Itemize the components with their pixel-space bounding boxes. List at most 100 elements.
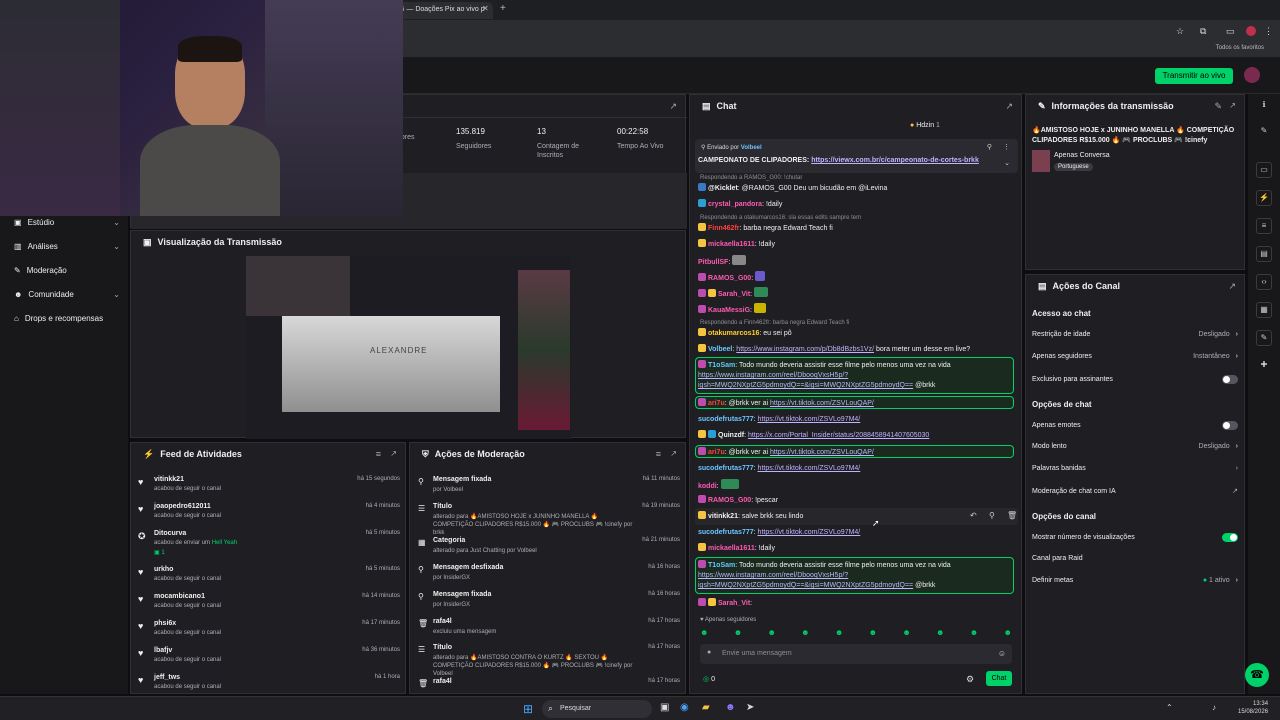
task-view-icon[interactable]: ▣ bbox=[660, 702, 669, 713]
subs-toggle[interactable] bbox=[1222, 375, 1238, 384]
code-icon[interactable]: ‹› bbox=[1256, 274, 1272, 290]
chat-message[interactable]: Sarah_Vit: bbox=[698, 287, 1016, 300]
chat-message[interactable]: mickaella1611: !daily bbox=[698, 543, 1016, 554]
emote-icon[interactable]: ☻ bbox=[970, 628, 978, 640]
chat-message[interactable]: Finn462fr: barba negra Edward Teach fi bbox=[698, 223, 1016, 234]
clock[interactable]: 13:34 15/08/2026 bbox=[1238, 700, 1268, 716]
profile-avatar[interactable] bbox=[1246, 26, 1256, 36]
stream-preview-video[interactable]: ALEXANDRE bbox=[246, 256, 571, 439]
cast-icon[interactable]: ▭ bbox=[1226, 26, 1235, 37]
emote-icon[interactable]: ☻ bbox=[936, 628, 944, 640]
age-restriction-row[interactable]: Restrição de idade Desligado › bbox=[1032, 331, 1238, 338]
wrench-icon[interactable]: ✎ bbox=[1256, 330, 1272, 346]
emote-icon[interactable]: ☻ bbox=[700, 628, 708, 640]
emoji-icon[interactable]: ☺ bbox=[998, 649, 1006, 658]
go-live-button[interactable]: Transmitir ao vivo bbox=[1155, 68, 1233, 84]
chat-input[interactable]: ● Envie uma mensagem ☺ bbox=[700, 644, 1012, 664]
channel-icon[interactable]: ▦ bbox=[1256, 302, 1272, 318]
set-goals-row[interactable]: Definir metas ● 1 ativo › bbox=[1032, 577, 1238, 584]
raid-channel-row[interactable]: Canal para Raid bbox=[1032, 555, 1238, 562]
discord-icon[interactable]: ☻ bbox=[725, 702, 736, 713]
pinned-message[interactable]: ⚲ Enviado por Volbeel CAMPEONATO DE CLIP… bbox=[695, 139, 1018, 173]
emote-icon[interactable]: ☻ bbox=[869, 628, 877, 640]
info-icon[interactable]: ℹ bbox=[1256, 98, 1272, 114]
chat-message[interactable]: KauaMessiG: bbox=[698, 303, 1016, 316]
nav-item-moderation[interactable]: ✎ Moderação bbox=[14, 266, 120, 275]
views-toggle[interactable] bbox=[1222, 533, 1238, 542]
chat-message[interactable]: otakumarcos16: eu sei pô bbox=[698, 328, 1016, 339]
browser-icon[interactable]: ◉ bbox=[680, 702, 689, 713]
help-chat-icon[interactable]: ☎ bbox=[1245, 663, 1269, 687]
volume-icon[interactable]: ♪ bbox=[1212, 703, 1216, 712]
edit-icon[interactable]: ✎ bbox=[1214, 101, 1222, 112]
chat-message[interactable]: Sarah_Vit: bbox=[698, 598, 1016, 609]
bookmarks-label[interactable]: Todos os favoritos bbox=[1216, 45, 1264, 51]
send-chat-button[interactable]: Chat bbox=[986, 671, 1012, 686]
app-icon[interactable]: ➤ bbox=[746, 702, 754, 713]
popout-icon[interactable]: ↗ bbox=[1229, 101, 1236, 110]
gift-icon[interactable]: ● bbox=[707, 649, 711, 656]
slow-mode-row[interactable]: Modo lento Desligado › bbox=[1032, 443, 1238, 450]
emote-icon[interactable]: ☻ bbox=[734, 628, 742, 640]
extensions-icon[interactable]: ⧉ bbox=[1200, 26, 1206, 37]
popout-icon[interactable]: ↗ bbox=[390, 449, 397, 458]
browser-tab[interactable]: G — Doações Pix ao vivo p bbox=[393, 2, 493, 19]
filter-icon[interactable]: ≡ bbox=[376, 449, 381, 459]
ai-moderation-row[interactable]: Moderação de chat com IA ↗ bbox=[1032, 487, 1238, 496]
chat-message[interactable]: PitbullSF: bbox=[698, 255, 1016, 268]
chat-message[interactable]: crystal_pandora: !daily bbox=[698, 199, 1016, 210]
tray-chevron-icon[interactable]: ⌃ bbox=[1166, 703, 1173, 712]
followers-only-row[interactable]: Apenas seguidores Instantâneo › bbox=[1032, 353, 1238, 360]
chat-message[interactable]: sucodefrutas777: https://vt.tiktok.com/Z… bbox=[698, 463, 1016, 474]
banned-words-row[interactable]: Palavras banidas › bbox=[1032, 465, 1238, 472]
more-icon[interactable]: ⋮ bbox=[1003, 143, 1010, 151]
emote-icon[interactable]: ☻ bbox=[767, 628, 775, 640]
add-widget-icon[interactable]: ✚ bbox=[1256, 358, 1272, 374]
chat-icon[interactable]: ▤ bbox=[1256, 246, 1272, 262]
star-icon[interactable]: ☆ bbox=[1176, 26, 1184, 37]
chat-message[interactable]: mickaella1611: !daily bbox=[698, 239, 1016, 250]
chat-message[interactable]: sucodefrutas777: https://vt.tiktok.com/Z… bbox=[698, 527, 1016, 538]
pinned-link[interactable]: https://viewx.com.br/c/campeonato-de-cor… bbox=[811, 157, 979, 164]
chat-message[interactable]: ari7u: @brkk ver ai https://vt.tiktok.co… bbox=[698, 447, 1016, 458]
chat-message[interactable]: RAMOS_G00: !pescar bbox=[698, 495, 1016, 506]
tab-close-icon[interactable]: ✕ bbox=[482, 4, 489, 13]
nav-item-drops[interactable]: ⌂ Drops e recompensas bbox=[14, 314, 120, 323]
popout-icon[interactable]: ↗ bbox=[1005, 101, 1013, 112]
windows-start-icon[interactable]: ⊞ bbox=[523, 702, 533, 716]
chat-message[interactable]: Quinzdf: https://x.com/Portal_Insider/st… bbox=[698, 430, 1016, 441]
stats-icon[interactable]: ▭ bbox=[1256, 162, 1272, 178]
chat-message[interactable]: T1oSam: Todo mundo deveria assistir esse… bbox=[698, 560, 1016, 591]
emote-icon[interactable]: ☻ bbox=[801, 628, 809, 640]
chat-message[interactable]: koddi: bbox=[698, 479, 1016, 492]
folder-icon[interactable]: ▰ bbox=[702, 702, 710, 713]
emote-icon[interactable]: ☻ bbox=[1003, 628, 1011, 640]
filter-icon[interactable]: ≡ bbox=[656, 449, 661, 459]
popout-icon[interactable]: ↗ bbox=[670, 449, 677, 458]
chat-message[interactable]: sucodefrutas777: https://vt.tiktok.com/Z… bbox=[698, 414, 1016, 425]
new-tab-icon[interactable]: + bbox=[500, 3, 506, 14]
settings-icon[interactable]: ⚙ bbox=[966, 674, 974, 685]
unpin-icon[interactable]: ⚲ bbox=[987, 143, 992, 151]
chat-message[interactable]: vitinkk21: salve brkk seu lindo bbox=[698, 511, 1016, 522]
pin-icon[interactable]: ⚲ bbox=[989, 511, 995, 520]
reply-icon[interactable]: ↶ bbox=[970, 511, 977, 520]
chat-message[interactable]: Volbeel: https://www.instagram.com/p/Db8… bbox=[698, 344, 1016, 355]
chat-message[interactable]: RAMOS_G00: bbox=[698, 271, 1016, 284]
emote-icon[interactable]: ☻ bbox=[835, 628, 843, 640]
chat-message[interactable]: ari7u: @brkk ver ai https://vt.tiktok.co… bbox=[698, 398, 1016, 409]
nav-item-community[interactable]: ☻ Comunidade ⌄ bbox=[14, 290, 120, 299]
bolt-icon[interactable]: ⚡ bbox=[1256, 190, 1272, 206]
nav-item-analytics[interactable]: ▥ Análises ⌄ bbox=[14, 242, 120, 251]
menu-icon[interactable]: ⋮ bbox=[1264, 26, 1273, 37]
popout-icon[interactable]: ↗ bbox=[1228, 281, 1236, 292]
emote-icon[interactable]: ☻ bbox=[902, 628, 910, 640]
user-avatar[interactable] bbox=[1244, 67, 1260, 83]
chat-message[interactable]: T1oSam: Todo mundo deveria assistir esse… bbox=[698, 360, 1016, 391]
chat-message[interactable]: @Kicklet: @RAMOS_G00 Deu um bicudão em @… bbox=[698, 183, 1016, 194]
popout-icon[interactable]: ↗ bbox=[669, 101, 677, 112]
pencil-icon[interactable]: ✎ bbox=[1256, 124, 1272, 140]
nav-item-studio[interactable]: ▣ Estúdio ⌄ bbox=[14, 218, 120, 227]
trash-icon[interactable]: 🗑 bbox=[1007, 511, 1017, 520]
collapse-icon[interactable]: ⌄ bbox=[1004, 159, 1010, 167]
